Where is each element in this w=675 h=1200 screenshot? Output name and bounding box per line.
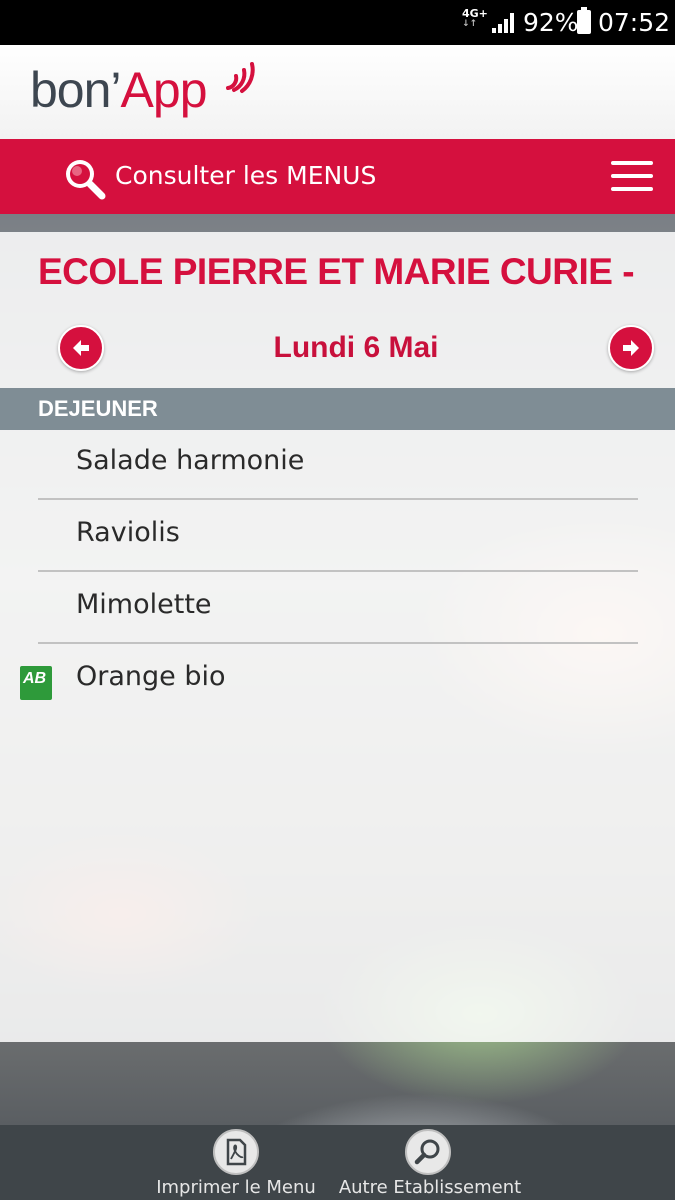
print-menu-button[interactable]: Imprimer le Menu xyxy=(150,1125,322,1200)
dish-item[interactable]: Raviolis xyxy=(38,500,638,572)
consult-menus-link[interactable]: Consulter les MENUS xyxy=(115,161,376,191)
data-arrows-icon: ↓↑ xyxy=(462,19,478,29)
network-indicator: 4G+ ↓↑ xyxy=(462,8,488,30)
app-header: bon’App xyxy=(0,45,675,139)
meal-label: DEJEUNER xyxy=(38,396,158,421)
dish-name: Raviolis xyxy=(76,517,180,548)
battery-percent: 92% xyxy=(523,8,579,37)
organic-ab-label: AB xyxy=(23,670,47,687)
arrow-left-icon xyxy=(73,340,89,356)
dish-name: Orange bio xyxy=(76,661,226,692)
signal-icon xyxy=(492,13,516,33)
next-day-button[interactable] xyxy=(608,325,654,371)
magnifier-icon xyxy=(405,1129,451,1175)
clock: 07:52 xyxy=(598,8,671,37)
meal-header: DEJEUNER xyxy=(0,388,675,430)
print-menu-label: Imprimer le Menu xyxy=(156,1177,316,1198)
school-title: ECOLE PIERRE ET MARIE CURIE - xyxy=(38,251,635,292)
menu-bar: Consulter les MENUS xyxy=(0,139,675,214)
previous-day-button[interactable] xyxy=(58,325,104,371)
search-icon[interactable] xyxy=(60,154,108,202)
logo-text-app: App xyxy=(120,62,208,118)
bonapp-logo[interactable]: bon’App xyxy=(30,59,207,121)
dish-item[interactable]: AB Orange bio xyxy=(20,644,638,716)
bottom-action-bar: Imprimer le Menu Autre Etablissement xyxy=(0,1125,675,1200)
hamburger-icon[interactable] xyxy=(611,161,653,191)
dish-name: Mimolette xyxy=(76,589,212,620)
logo-waves-icon xyxy=(226,62,255,93)
other-establishment-label: Autre Etablissement xyxy=(338,1177,522,1198)
dish-item[interactable]: Salade harmonie xyxy=(38,428,638,500)
logo-text-bon: bon’ xyxy=(30,62,122,118)
dish-name: Salade harmonie xyxy=(76,445,305,476)
pdf-icon xyxy=(213,1129,259,1175)
arrow-right-icon xyxy=(623,340,639,356)
battery-icon xyxy=(577,7,591,34)
current-date: Lundi 6 Mai xyxy=(273,331,439,364)
status-bar: 4G+ ↓↑ 92% 07:52 xyxy=(0,0,675,45)
dish-item[interactable]: Mimolette xyxy=(38,572,638,644)
other-establishment-button[interactable]: Autre Etablissement xyxy=(334,1125,526,1200)
organic-ab-icon: AB xyxy=(20,666,52,700)
